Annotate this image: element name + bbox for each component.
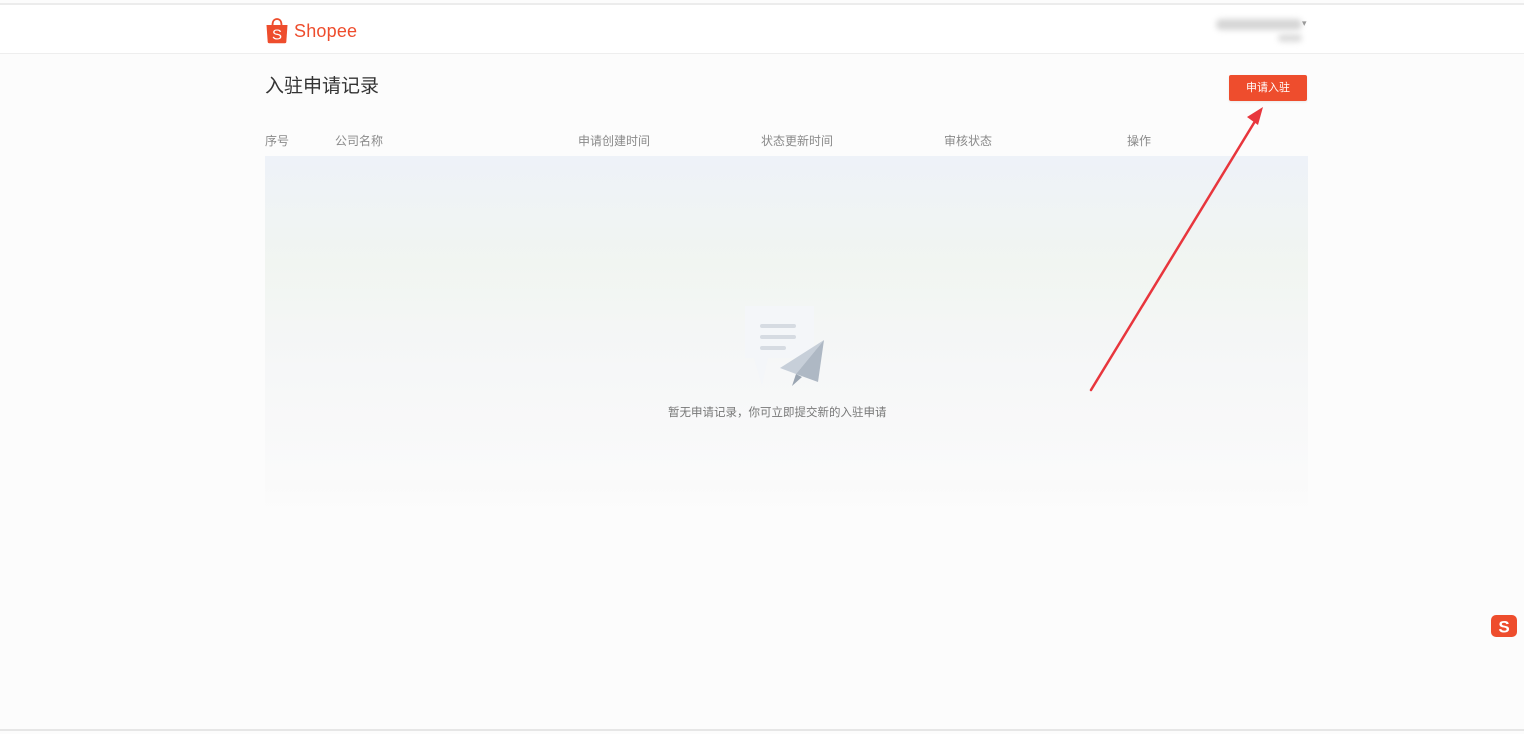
sogou-ime-icon[interactable]: S xyxy=(1490,614,1518,638)
column-header-created-time: 申请创建时间 xyxy=(578,134,651,148)
column-header-updated-time: 状态更新时间 xyxy=(761,134,834,148)
apply-entry-button[interactable]: 申请入驻 xyxy=(1229,75,1307,101)
column-header-company-name: 公司名称 xyxy=(335,134,384,148)
chevron-down-icon: ▾ xyxy=(1302,19,1307,29)
bottom-divider xyxy=(0,729,1524,731)
paper-plane-document-icon xyxy=(745,306,824,386)
logo-wordmark: Shopee xyxy=(294,20,358,41)
blurred-account-info xyxy=(1278,34,1302,42)
user-account-menu[interactable]: ▾ xyxy=(1208,17,1308,45)
table-header: 序号 公司名称 申请创建时间 状态更新时间 审核状态 操作 xyxy=(265,128,1308,154)
top-header: S Shopee ▾ xyxy=(0,5,1524,54)
sogou-s-icon: S xyxy=(1491,615,1517,637)
column-header-index: 序号 xyxy=(265,134,290,148)
page: S Shopee ▾ 入驻申请记录 申请入驻 序号 公司名称 申请创建时间 状态… xyxy=(0,0,1524,734)
svg-text:S: S xyxy=(1498,618,1509,637)
empty-state-message: 暂无申请记录，你可立即提交新的入驻申请 xyxy=(668,405,887,419)
shopee-bag-icon: S xyxy=(266,18,288,44)
shopee-logo[interactable]: S Shopee xyxy=(265,14,357,48)
blurred-username xyxy=(1216,19,1302,30)
page-title: 入驻申请记录 xyxy=(265,75,380,97)
column-header-review-status: 审核状态 xyxy=(944,134,993,148)
column-header-actions: 操作 xyxy=(1127,134,1152,148)
svg-text:S: S xyxy=(272,27,282,44)
